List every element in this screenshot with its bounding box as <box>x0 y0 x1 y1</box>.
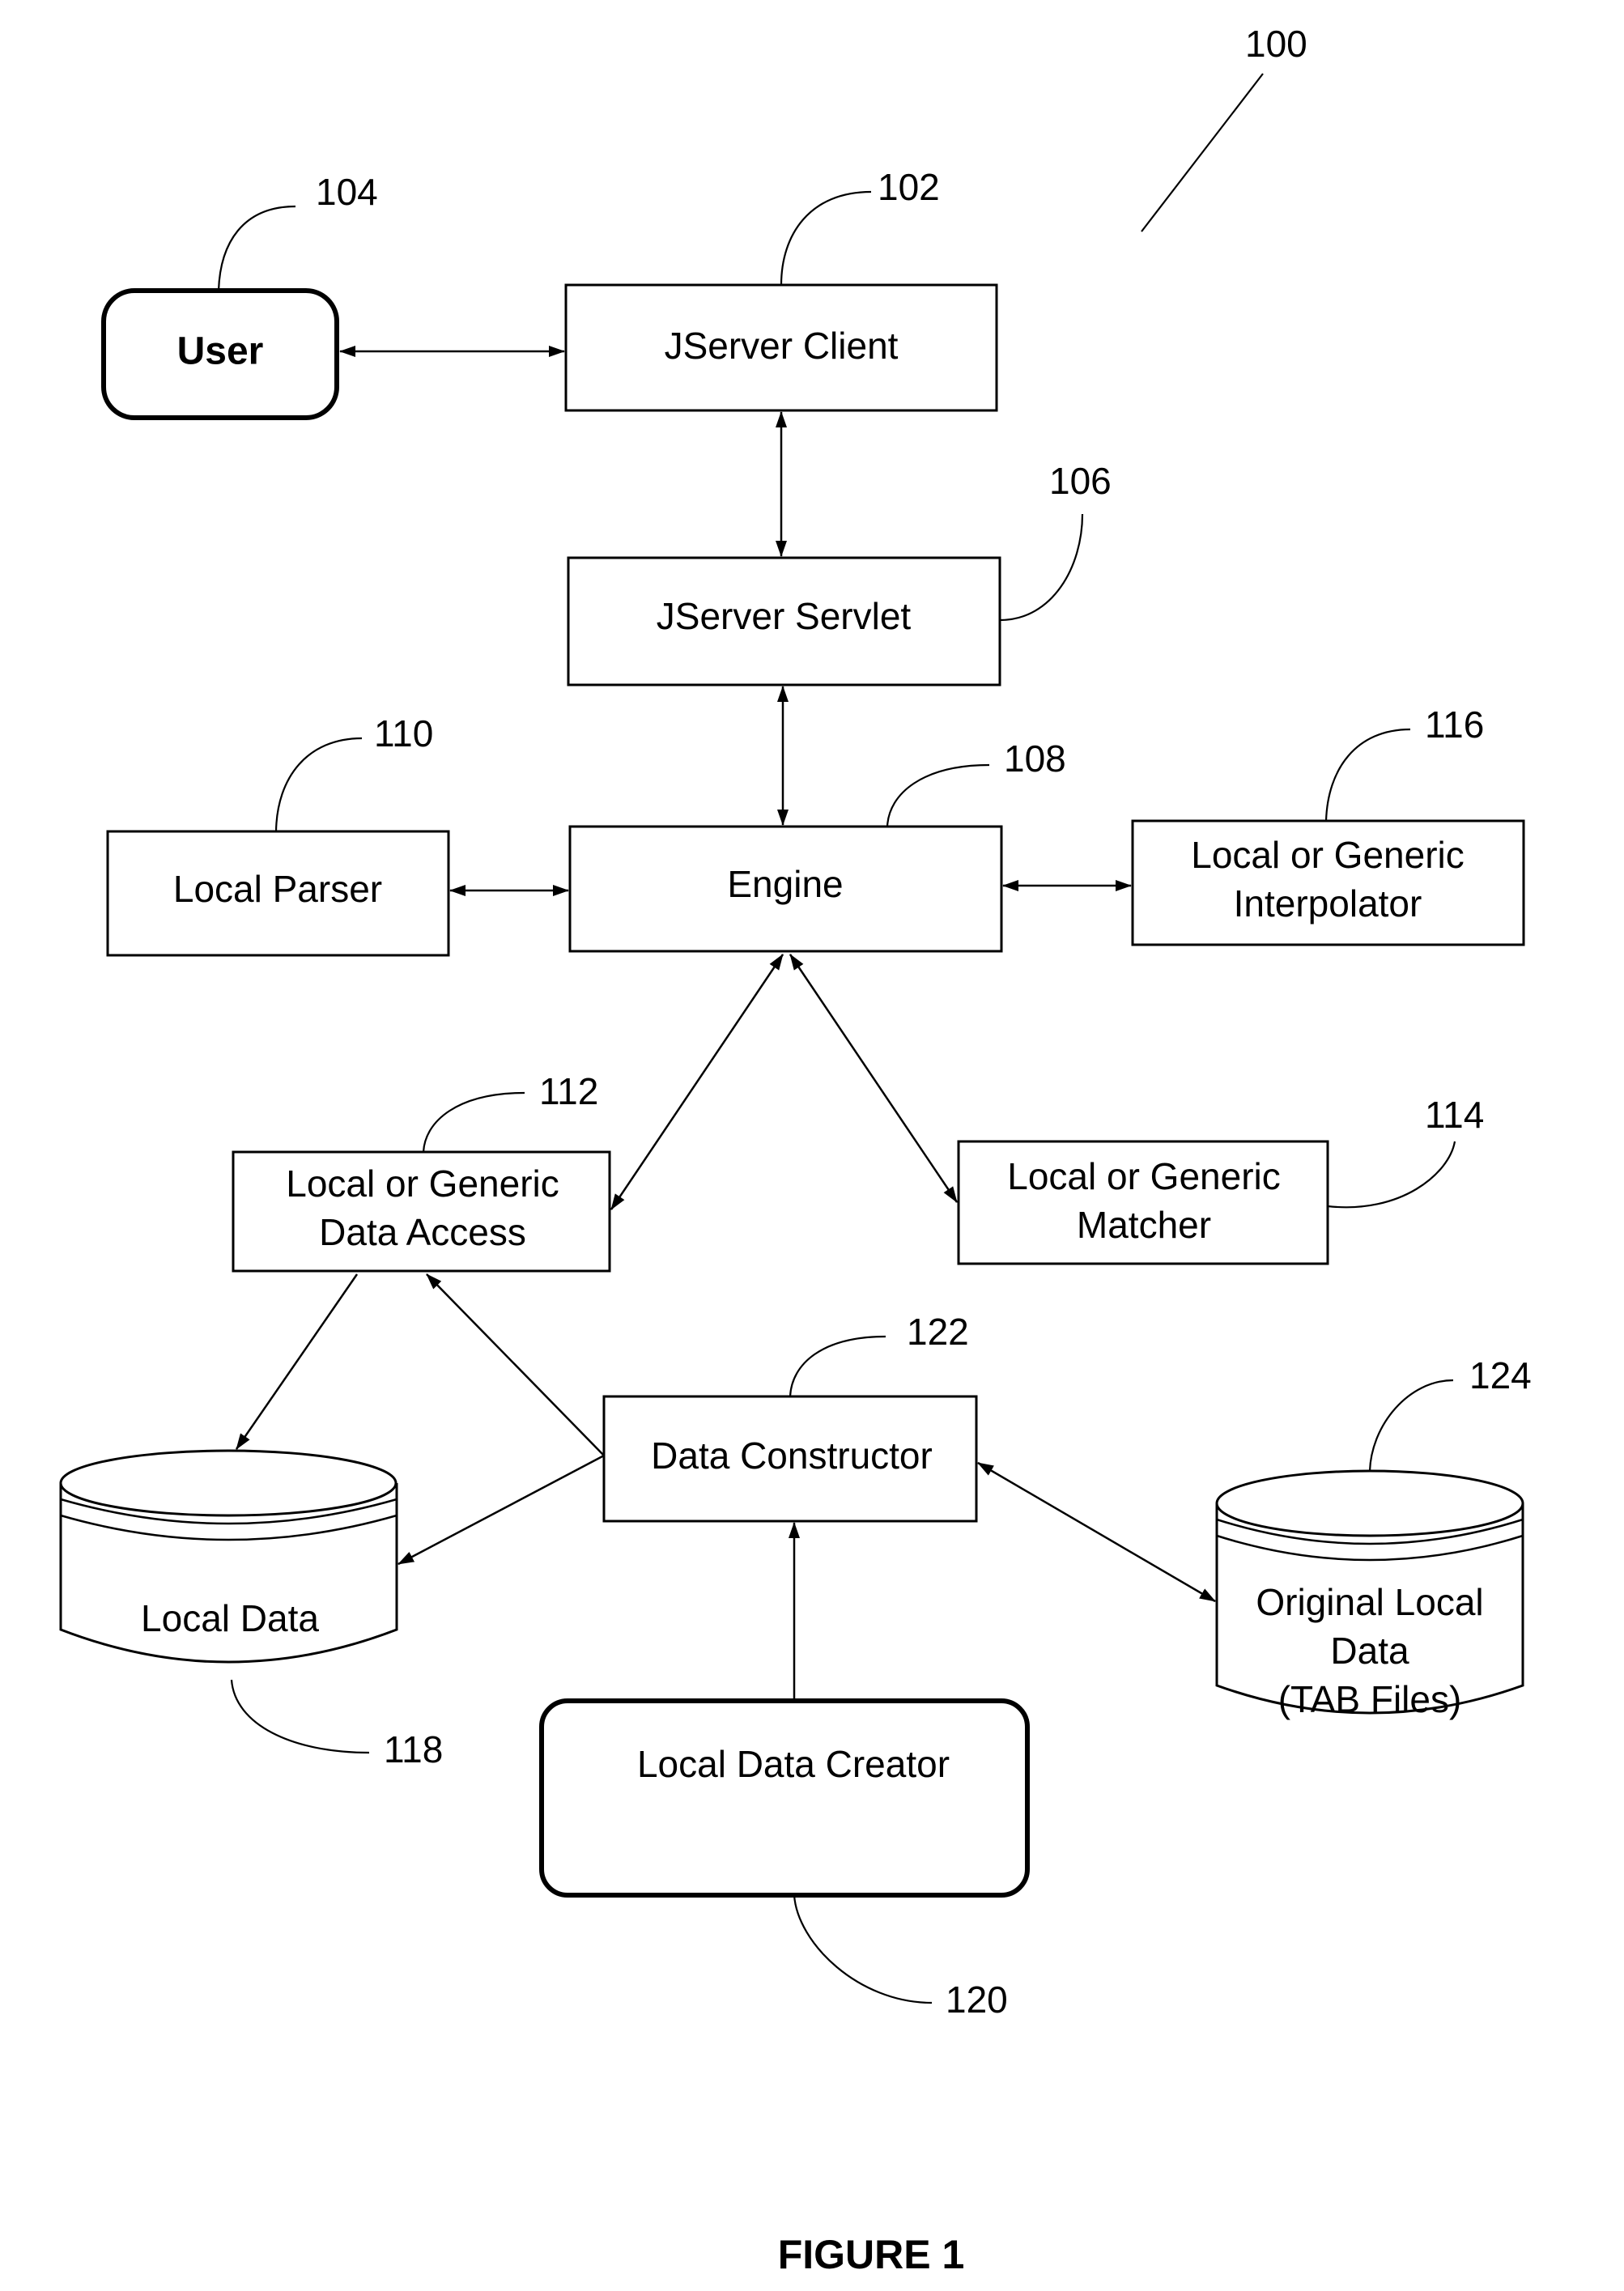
user-ref-label: 104 <box>316 171 378 213</box>
interpolator-node: Local or Generic Interpolator <box>1131 819 1525 946</box>
jserver-client-node: JServer Client <box>564 283 998 412</box>
jserver-servlet-ref-label: 106 <box>1049 460 1112 502</box>
jserver-client-ref-label: 102 <box>878 166 940 208</box>
data-access-label-line-2: Data Access <box>319 1211 526 1253</box>
system-diagram: 100 User 104 JServer Client 102 JServer … <box>59 23 1532 2277</box>
original-local-data-node: Original Local Data (TAB Files) <box>1215 1469 1524 1720</box>
local-data-creator-label: Local Data Creator <box>637 1743 950 1785</box>
matcher-ref-leader <box>1327 1141 1456 1209</box>
data-access-ref-label: 112 <box>539 1070 598 1112</box>
interpolator-ref-leader <box>1324 728 1411 822</box>
local-parser-label: Local Parser <box>173 868 382 910</box>
local-data-creator-node: Local Data Creator <box>539 1698 1030 1898</box>
original-data-label-line-2: Data <box>1330 1630 1409 1672</box>
matcher-label-line-1: Local or Generic <box>1007 1155 1281 1197</box>
local-data-ref-label: 118 <box>384 1728 443 1770</box>
system-ref-leader <box>1141 73 1264 232</box>
interpolator-label-line-2: Interpolator <box>1234 882 1422 924</box>
local-parser-node: Local Parser <box>106 830 450 957</box>
local-data-ref-leader <box>230 1679 370 1754</box>
data-constructor-ref-leader <box>789 1335 886 1397</box>
local-parser-ref-leader <box>274 737 363 832</box>
jserver-client-label: JServer Client <box>665 325 899 367</box>
matcher-node: Local or Generic Matcher <box>957 1140 1329 1265</box>
user-label: User <box>177 330 264 373</box>
engine-node: Engine <box>568 825 1003 953</box>
system-ref-label: 100 <box>1245 23 1307 65</box>
data-constructor-node: Data Constructor <box>602 1395 978 1523</box>
edge-engine-matcher <box>789 954 959 1203</box>
user-node: User <box>101 288 339 420</box>
local-data-creator-ref-label: 120 <box>946 1979 1008 2021</box>
engine-ref-label: 108 <box>1004 737 1066 780</box>
data-access-label-line-1: Local or Generic <box>286 1163 559 1205</box>
local-data-creator-ref-leader <box>793 1894 933 2004</box>
user-ref-leader <box>217 205 296 291</box>
matcher-ref-label: 114 <box>1425 1094 1484 1136</box>
jserver-client-ref-leader <box>780 190 872 286</box>
local-data-cylinder-top <box>59 1449 397 1517</box>
engine-ref-leader <box>886 763 990 827</box>
original-data-ref-leader <box>1368 1379 1454 1472</box>
edge-constructor-local-data <box>397 1454 605 1566</box>
local-parser-ref-label: 110 <box>374 712 433 754</box>
edge-engine-data-access <box>610 954 784 1210</box>
local-data-label: Local Data <box>141 1597 319 1639</box>
data-constructor-label: Data Constructor <box>651 1435 933 1477</box>
edge-constructor-data-access <box>426 1273 605 1456</box>
figure-caption: FIGURE 1 <box>778 2232 965 2277</box>
jserver-servlet-ref-leader <box>999 513 1084 622</box>
jserver-servlet-label: JServer Servlet <box>657 595 912 637</box>
interpolator-ref-label: 116 <box>1425 703 1484 746</box>
matcher-label-line-2: Matcher <box>1077 1204 1211 1246</box>
original-data-ref-label: 124 <box>1469 1354 1532 1396</box>
data-access-node: Local or Generic Data Access <box>232 1150 611 1273</box>
engine-label: Engine <box>727 863 843 905</box>
original-data-label-line-1: Original Local <box>1256 1581 1483 1623</box>
data-access-ref-leader <box>422 1091 525 1153</box>
original-data-cylinder-top <box>1215 1469 1524 1537</box>
edge-data-access-local-data <box>235 1273 359 1450</box>
edge-constructor-original-data <box>977 1461 1216 1603</box>
local-data-creator-box <box>539 1698 1030 1898</box>
interpolator-label-line-1: Local or Generic <box>1191 834 1465 876</box>
original-data-label-line-3: (TAB Files) <box>1278 1678 1462 1720</box>
local-data-node: Local Data <box>59 1449 398 1664</box>
jserver-servlet-node: JServer Servlet <box>567 556 1001 686</box>
data-constructor-ref-label: 122 <box>907 1311 969 1353</box>
